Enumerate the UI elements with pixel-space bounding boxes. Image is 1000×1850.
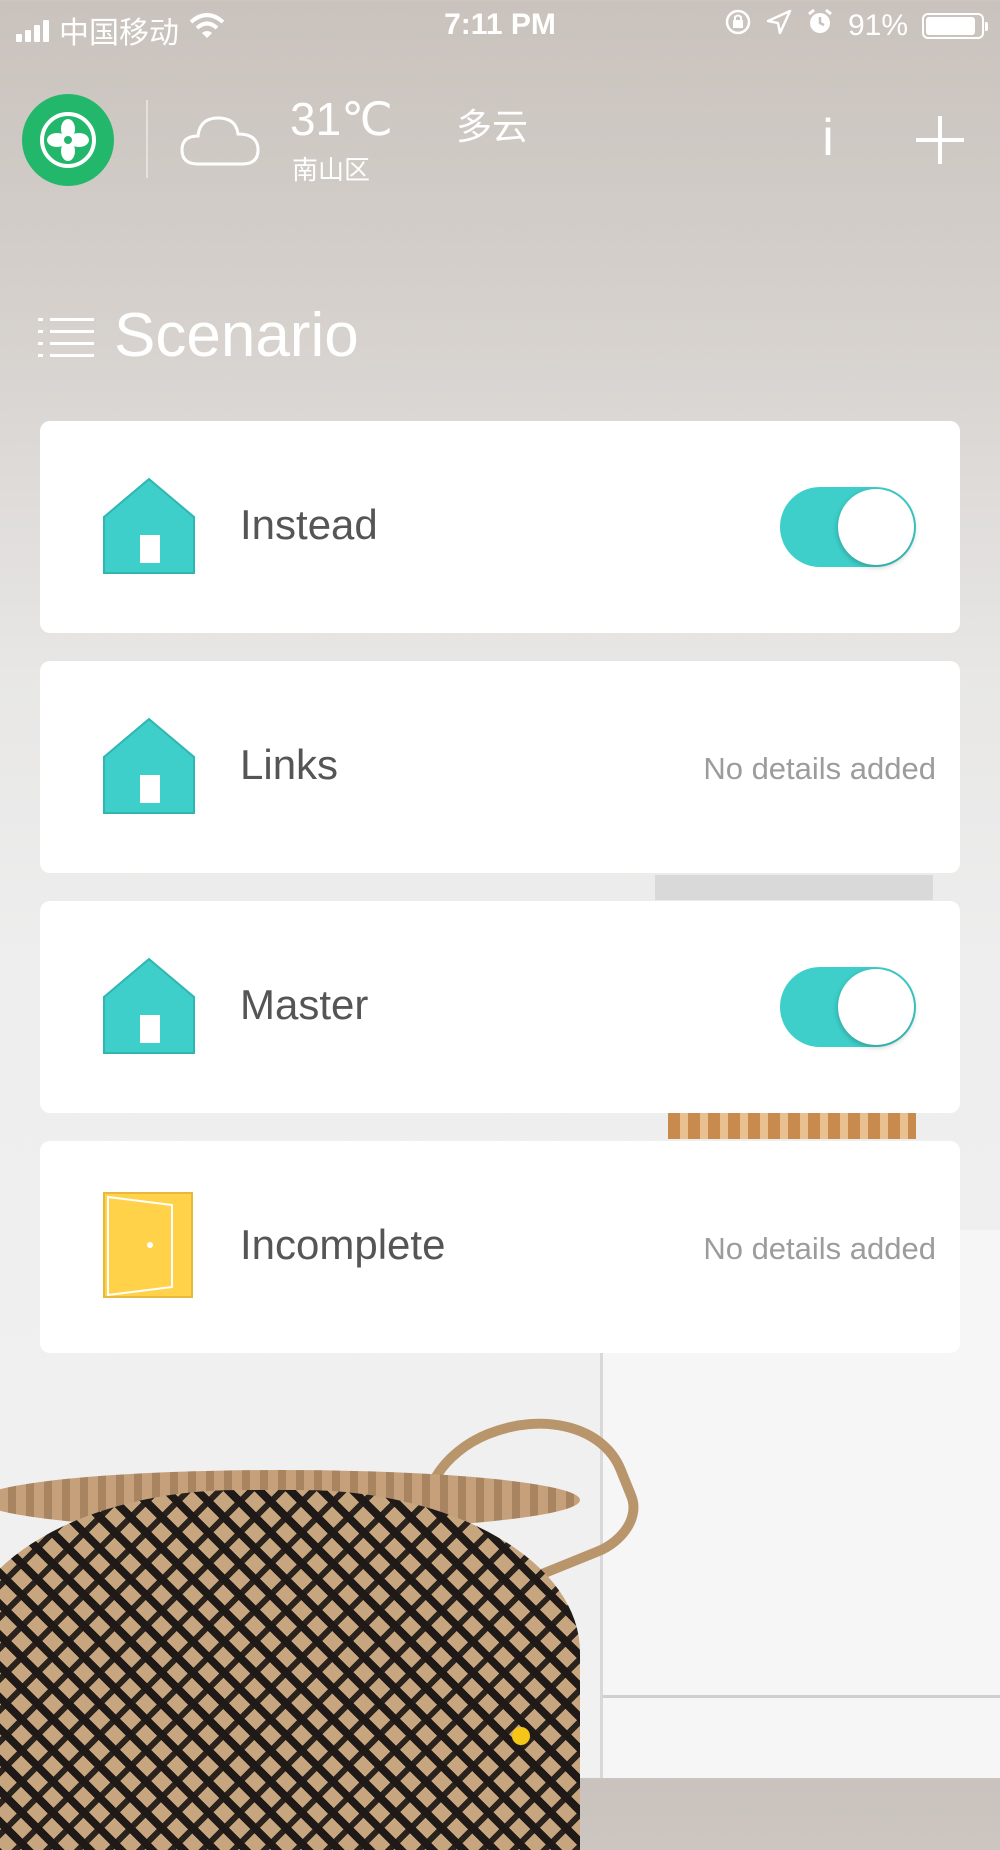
temperature: 31℃	[290, 93, 393, 145]
district-label: 南山区	[292, 155, 371, 185]
scenario-name: Instead	[240, 501, 378, 548]
rotation-lock-icon	[724, 8, 752, 44]
house-icon	[102, 477, 196, 575]
location-icon	[766, 9, 792, 43]
header-divider	[146, 100, 148, 178]
house-icon	[102, 957, 196, 1055]
plus-icon[interactable]	[912, 112, 968, 168]
list-menu-icon[interactable]	[38, 314, 94, 358]
battery-icon	[922, 13, 988, 39]
house-icon	[102, 717, 196, 815]
page-title: Scenario	[114, 301, 359, 370]
scenario-toggle[interactable]	[780, 967, 916, 1047]
background-chair	[668, 1113, 916, 1139]
background-lamp	[655, 875, 933, 900]
fan-icon[interactable]	[22, 94, 114, 186]
weather-condition: 多云	[456, 106, 529, 147]
scenario-card-incomplete[interactable]: Incomplete No details added	[40, 1141, 960, 1353]
page-header: Scenario	[38, 300, 359, 371]
background-basket	[0, 1490, 580, 1850]
door-icon	[102, 1192, 196, 1298]
cloud-icon	[180, 112, 262, 173]
page-indicator-dot[interactable]	[512, 1727, 530, 1745]
scenario-card-master[interactable]: Master	[40, 901, 960, 1113]
scenario-toggle[interactable]	[780, 487, 916, 567]
scenario-card-links[interactable]: Links No details added	[40, 661, 960, 873]
scenario-detail: No details added	[703, 1231, 936, 1266]
scenario-name: Master	[240, 981, 369, 1028]
alarm-icon	[806, 8, 834, 44]
status-bar: 中国移动 7:11 PM 91%	[0, 0, 1000, 52]
scenario-name: Incomplete	[240, 1221, 446, 1268]
battery-percent: 91%	[847, 9, 908, 42]
info-button[interactable]: i	[810, 110, 846, 166]
scenario-detail: No details added	[703, 751, 936, 786]
scenario-card-instead[interactable]: Instead	[40, 421, 960, 633]
scenario-name: Links	[240, 741, 339, 788]
